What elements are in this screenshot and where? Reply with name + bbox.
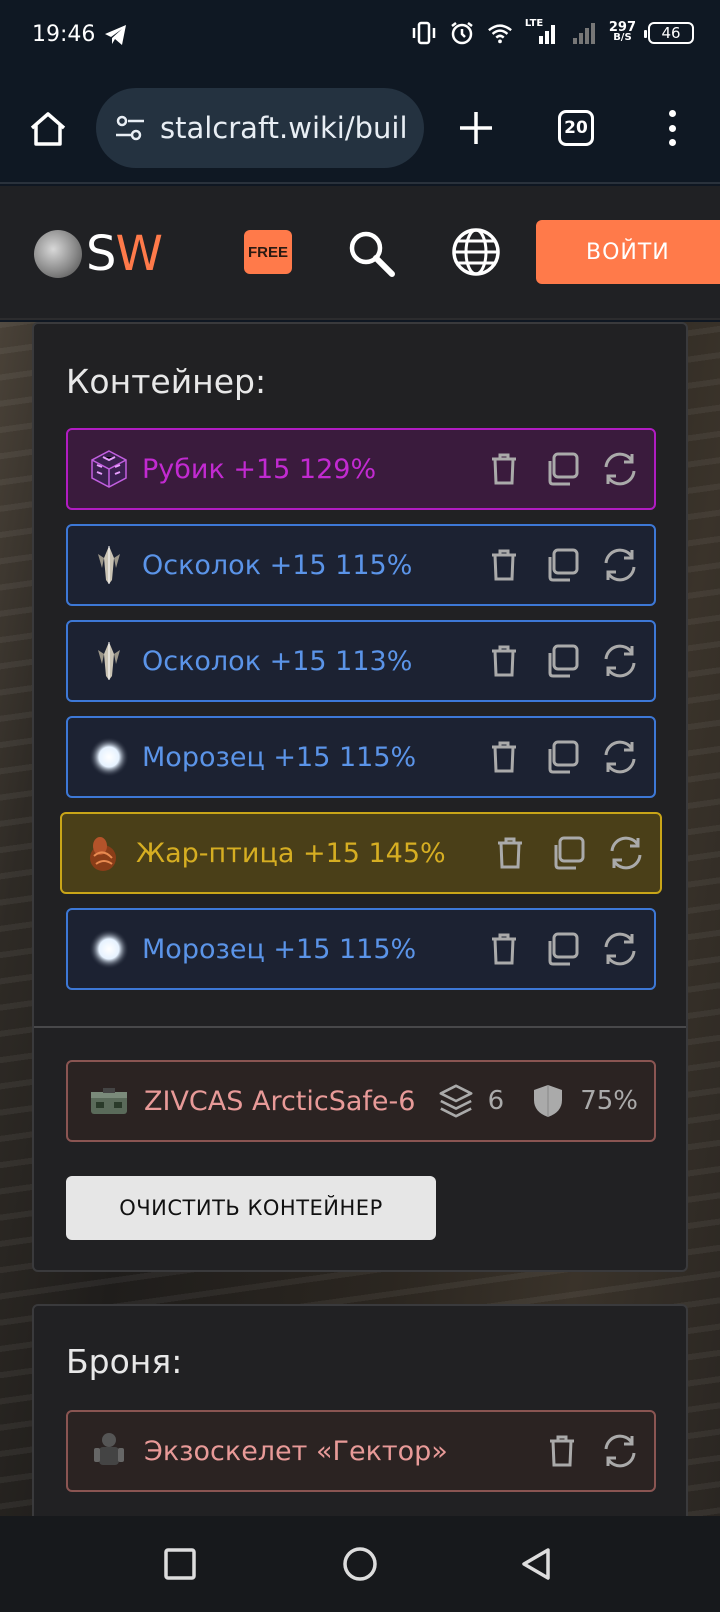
more-menu-icon[interactable] [662, 106, 682, 150]
vibrate-icon [411, 20, 437, 46]
address-bar[interactable]: stalcraft.wiki/buil [96, 88, 424, 168]
armor-panel: Броня: Экзоскелет «Гектор» [32, 1304, 688, 1544]
copy-icon[interactable] [544, 931, 580, 967]
artifact-name: Осколок +15 115% [142, 549, 413, 581]
copy-icon[interactable] [544, 547, 580, 583]
crystal-artifact-icon [88, 544, 130, 586]
artifact-name: Осколок +15 113% [142, 645, 413, 677]
artifact-row[interactable]: Морозец +15 115% [66, 716, 656, 798]
layers-icon [438, 1083, 474, 1119]
home-icon[interactable] [26, 106, 70, 150]
trash-icon[interactable] [544, 1433, 580, 1469]
logo-globe-icon [34, 230, 82, 278]
signal-icon [571, 20, 597, 46]
tab-switcher-button[interactable]: 20 [558, 110, 594, 146]
frost-artifact-icon [88, 736, 130, 778]
wifi-icon [487, 20, 513, 46]
system-nav-bar [0, 1516, 720, 1612]
back-icon[interactable] [516, 1544, 556, 1584]
container-name: ZIVCAS ArcticSafe-6 [144, 1085, 416, 1117]
divider [34, 1026, 686, 1028]
recents-icon[interactable] [160, 1544, 200, 1584]
swap-icon[interactable] [602, 451, 638, 487]
cube-artifact-icon [88, 448, 130, 490]
exoskeleton-icon [88, 1430, 130, 1472]
new-tab-icon[interactable] [456, 108, 496, 148]
panel-title: Броня: [66, 1342, 183, 1381]
copy-icon[interactable] [544, 643, 580, 679]
artifact-name: Рубик +15 129% [142, 453, 377, 485]
armor-row[interactable]: Экзоскелет «Гектор» [66, 1410, 656, 1492]
container-row[interactable]: ZIVCAS ArcticSafe-6 6 75% [66, 1060, 656, 1142]
home-nav-icon[interactable] [340, 1544, 380, 1584]
copy-icon[interactable] [550, 835, 586, 871]
artifact-name: Жар-птица +15 145% [136, 837, 446, 869]
slot-count: 6 [487, 1086, 505, 1116]
alarm-icon [449, 20, 475, 46]
artifact-name: Морозец +15 115% [142, 741, 417, 773]
site-settings-icon[interactable] [114, 112, 146, 144]
clear-container-button[interactable]: ОЧИСТИТЬ КОНТЕЙНЕР [66, 1176, 436, 1240]
container-case-icon [88, 1080, 130, 1122]
shield-icon [530, 1083, 566, 1119]
firebird-artifact-icon [82, 832, 124, 874]
swap-icon[interactable] [608, 835, 644, 871]
frost-artifact-icon [88, 928, 130, 970]
status-bar: 19:46 LTE 297 B/S 46 [0, 0, 720, 72]
search-icon[interactable] [344, 226, 398, 280]
artifact-row[interactable]: Рубик +15 129% [66, 428, 656, 510]
artifact-row[interactable]: Морозец +15 115% [66, 908, 656, 990]
free-badge[interactable]: FREE [244, 230, 292, 274]
panel-title: Контейнер: [66, 362, 267, 401]
trash-icon[interactable] [486, 451, 522, 487]
trash-icon[interactable] [486, 931, 522, 967]
swap-icon[interactable] [602, 1433, 638, 1469]
clock: 19:46 [32, 22, 96, 47]
browser-toolbar: stalcraft.wiki/buil 20 [0, 72, 720, 184]
copy-icon[interactable] [544, 451, 580, 487]
swap-icon[interactable] [602, 931, 638, 967]
crystal-artifact-icon [88, 640, 130, 682]
trash-icon[interactable] [486, 739, 522, 775]
container-panel: Контейнер: Рубик +15 129% Осколок +15 11… [32, 322, 688, 1272]
telegram-icon [104, 24, 128, 51]
site-logo[interactable]: SW [34, 226, 163, 282]
artifact-name: Морозец +15 115% [142, 933, 417, 965]
language-globe-icon[interactable] [450, 226, 502, 278]
swap-icon[interactable] [602, 739, 638, 775]
site-header: SW FREE ВОЙТИ [0, 186, 720, 320]
login-button[interactable]: ВОЙТИ [536, 220, 720, 284]
swap-icon[interactable] [602, 547, 638, 583]
artifact-row[interactable]: Осколок +15 113% [66, 620, 656, 702]
artifact-row[interactable]: Жар-птица +15 145% [60, 812, 662, 894]
url-text: stalcraft.wiki/buil [160, 111, 408, 145]
copy-icon[interactable] [544, 739, 580, 775]
battery-indicator: 46 [644, 22, 694, 44]
swap-icon[interactable] [602, 643, 638, 679]
trash-icon[interactable] [492, 835, 528, 871]
artifact-row[interactable]: Осколок +15 115% [66, 524, 656, 606]
armor-name: Экзоскелет «Гектор» [144, 1435, 448, 1467]
trash-icon[interactable] [486, 643, 522, 679]
network-speed: 297 B/S [608, 20, 636, 43]
lte-signal-icon: LTE [525, 18, 559, 46]
protection-value: 75% [580, 1086, 638, 1116]
trash-icon[interactable] [486, 547, 522, 583]
